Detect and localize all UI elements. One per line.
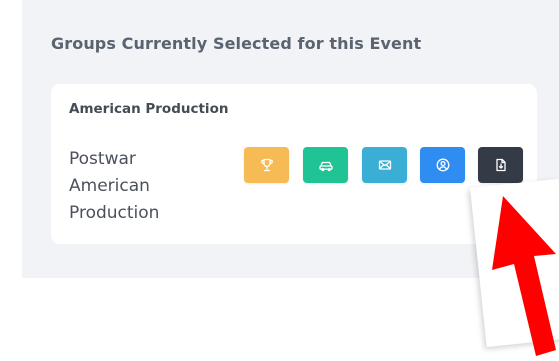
page: Groups Currently Selected for this Event… bbox=[0, 0, 559, 361]
group-name: American Production bbox=[69, 101, 229, 117]
user-circle-icon bbox=[435, 157, 451, 173]
award-button[interactable] bbox=[244, 147, 289, 183]
arrow-shape bbox=[492, 196, 556, 356]
car-icon bbox=[318, 157, 334, 173]
red-arrow-icon bbox=[492, 196, 556, 356]
section-title: Groups Currently Selected for this Event bbox=[51, 34, 422, 53]
profile-button[interactable] bbox=[420, 147, 465, 183]
transport-button[interactable] bbox=[303, 147, 348, 183]
trophy-icon bbox=[259, 157, 275, 173]
envelope-icon bbox=[377, 157, 393, 173]
download-document-button[interactable] bbox=[478, 147, 523, 183]
file-download-icon bbox=[493, 157, 509, 173]
email-button[interactable] bbox=[362, 147, 407, 183]
group-description: Postwar American Production bbox=[69, 149, 160, 223]
